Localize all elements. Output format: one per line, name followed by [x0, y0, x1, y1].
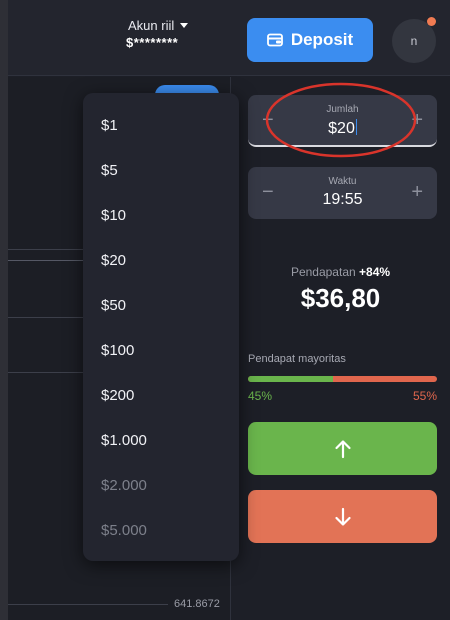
- amount-value[interactable]: $20: [248, 119, 437, 138]
- text-cursor: [355, 119, 357, 135]
- time-increase-button[interactable]: +: [411, 181, 423, 204]
- payout-amount: $36,80: [300, 283, 381, 313]
- account-selector[interactable]: Akun riil $********: [126, 18, 216, 50]
- lower-button[interactable]: [248, 490, 437, 543]
- chart-gridline: [8, 604, 168, 605]
- majority-down-percent: 55%: [412, 389, 437, 403]
- higher-button[interactable]: [248, 422, 437, 475]
- notification-dot: [427, 17, 436, 26]
- chevron-down-icon: [180, 23, 189, 28]
- deposit-button[interactable]: Deposit: [247, 18, 373, 62]
- dropdown-item: $5.000: [101, 522, 147, 539]
- sentiment-bar: [248, 376, 437, 382]
- dropdown-item[interactable]: $100: [83, 328, 239, 373]
- arrow-down-icon: [334, 507, 351, 526]
- dropdown-item[interactable]: $5: [83, 148, 239, 193]
- account-type-label: Akun riil: [128, 18, 175, 33]
- payout-row: Pendapatan +84%: [231, 265, 450, 279]
- arrow-up-icon: [334, 439, 351, 458]
- dropdown-item[interactable]: $200: [83, 373, 239, 418]
- majority-up-percent: 45%: [248, 389, 273, 403]
- avatar-initial: n: [410, 34, 418, 48]
- wallet-icon: [266, 33, 283, 47]
- payout-label: Pendapatan: [290, 265, 356, 279]
- price-axis-label: 641.8672: [174, 598, 220, 610]
- sentiment-bar-up: [248, 376, 334, 382]
- dropdown-item: $2.000: [101, 477, 147, 494]
- payout-percent: +84%: [359, 265, 391, 279]
- trading-screen: Akun riil $******** Deposit n 641.8672 −…: [8, 0, 450, 620]
- time-label: Waktu: [328, 176, 357, 187]
- dropdown-item[interactable]: $1: [83, 103, 239, 148]
- amount-increase-button[interactable]: +: [411, 109, 423, 132]
- dropdown-item[interactable]: $50: [83, 283, 239, 328]
- majority-label: Pendapat mayoritas: [248, 353, 346, 365]
- trade-panel: − Jumlah $20 + − Waktu 19:55 + Pendapata…: [231, 77, 450, 620]
- dropdown-item[interactable]: $20: [83, 238, 239, 283]
- time-field[interactable]: − Waktu 19:55 +: [248, 167, 437, 219]
- top-bar: Akun riil $******** Deposit n: [8, 0, 450, 76]
- amount-value-text: $20: [328, 120, 355, 137]
- amount-field[interactable]: − Jumlah $20 +: [248, 95, 437, 147]
- account-balance: $********: [126, 35, 179, 50]
- amount-dropdown: $1 $5 $10 $20 $50 $100 $200 $1.000 $2.000 $5.000: [83, 93, 239, 561]
- amount-label: Jumlah: [326, 104, 359, 115]
- dropdown-item[interactable]: $1.000: [83, 418, 239, 463]
- deposit-label: Deposit: [290, 30, 354, 49]
- time-value[interactable]: 19:55: [248, 191, 437, 209]
- dropdown-item[interactable]: $10: [83, 193, 239, 238]
- account-type: Akun riil: [126, 18, 216, 33]
